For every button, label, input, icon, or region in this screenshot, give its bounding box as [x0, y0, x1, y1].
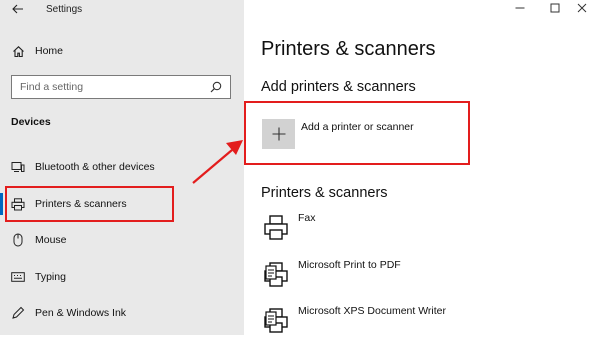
back-button[interactable] [10, 2, 26, 16]
minimize-icon [515, 7, 525, 9]
sidebar-item-label: Bluetooth & other devices [35, 161, 155, 173]
back-arrow-icon [12, 4, 23, 14]
printer-name: Fax [298, 212, 316, 224]
printers-section-heading: Printers & scanners [261, 185, 388, 201]
close-icon [577, 3, 587, 13]
sidebar-item-label: Mouse [35, 234, 67, 246]
sidebar-item-bluetooth[interactable]: Bluetooth & other devices [0, 155, 244, 179]
search-input[interactable] [12, 76, 202, 98]
window-title: Settings [46, 4, 83, 15]
annotation-highlight-box [5, 186, 174, 222]
minimize-button[interactable] [502, 0, 538, 16]
sidebar-item-mouse[interactable]: Mouse [0, 228, 244, 252]
section-heading-devices: Devices [11, 116, 51, 128]
printer-name: Microsoft Print to PDF [298, 259, 401, 271]
sidebar: Settings Home Devices Bluetooth & other … [0, 0, 244, 335]
page-title: Printers & scanners [261, 38, 436, 60]
sidebar-item-typing[interactable]: Typing [0, 265, 244, 289]
pdf-printer-icon [264, 262, 288, 287]
sidebar-item-label: Home [35, 45, 64, 57]
annotation-highlight-box [244, 101, 470, 165]
add-section-heading: Add printers & scanners [261, 79, 416, 95]
maximize-icon [550, 3, 560, 13]
close-button[interactable] [564, 0, 600, 16]
printer-name: Microsoft XPS Document Writer [298, 305, 447, 317]
mouse-icon [11, 233, 25, 247]
home-icon [11, 44, 25, 58]
keyboard-icon [11, 270, 25, 284]
search-box[interactable] [11, 75, 231, 99]
pen-icon [11, 306, 25, 320]
search-icon[interactable] [210, 81, 222, 93]
xps-printer-icon [264, 308, 288, 333]
printer-item-xps[interactable]: Microsoft XPS Document Writer [262, 305, 562, 339]
bluetooth-devices-icon [11, 160, 25, 174]
fax-printer-icon [264, 215, 288, 240]
printer-item-fax[interactable]: Fax [262, 212, 562, 246]
sidebar-item-label: Pen & Windows Ink [35, 307, 127, 319]
printer-item-pdf[interactable]: Microsoft Print to PDF [262, 259, 562, 293]
sidebar-item-label: Typing [35, 271, 66, 283]
sidebar-item-pen[interactable]: Pen & Windows Ink [0, 301, 244, 325]
sidebar-item-home[interactable]: Home [0, 39, 244, 63]
